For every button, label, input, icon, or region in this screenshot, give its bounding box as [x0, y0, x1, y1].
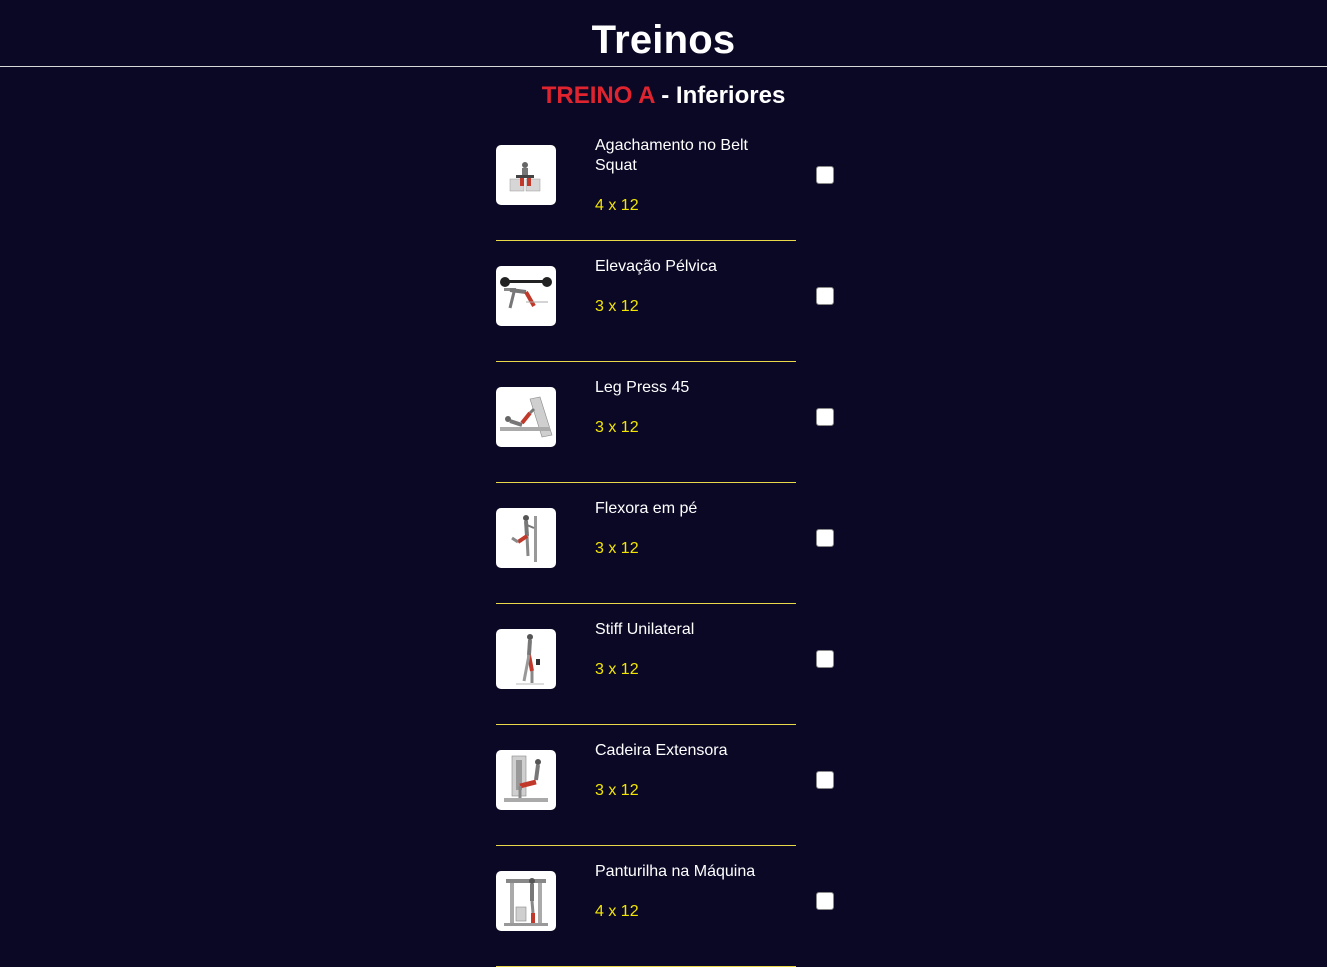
exercise-image	[496, 387, 556, 447]
exercise-item: Elevação Pélvica 3 x 12	[496, 241, 856, 362]
exercise-name: Cadeira Extensora	[595, 742, 728, 759]
exercise-checkbox[interactable]	[816, 650, 834, 668]
exercise-reps: 3 x 12	[595, 540, 639, 557]
exercise-reps: 3 x 12	[595, 298, 639, 315]
exercise-name: Flexora em pé	[595, 500, 698, 517]
page-header: Treinos	[0, 0, 1327, 67]
exercise-list: Agachamento no Belt Squat 4 x 12 Elevaçã…	[496, 120, 856, 967]
exercise-item: Panturilha na Máquina 4 x 12	[496, 846, 856, 967]
exercise-image	[496, 145, 556, 205]
exercise-reps: 3 x 12	[595, 661, 639, 678]
exercise-reps: 4 x 12	[595, 903, 639, 920]
exercise-item: Cadeira Extensora 3 x 12	[496, 725, 856, 846]
exercise-reps: 3 x 12	[595, 782, 639, 799]
section-separator: -	[654, 82, 676, 109]
exercise-image	[496, 750, 556, 810]
exercise-image	[496, 871, 556, 931]
exercise-item: Leg Press 45 3 x 12	[496, 362, 856, 483]
exercise-name: Leg Press 45	[595, 379, 690, 396]
exercise-name: Elevação Pélvica	[595, 258, 717, 275]
exercise-name: Agachamento no Belt Squat	[595, 137, 748, 174]
exercise-image	[496, 629, 556, 689]
section-label-white: Inferiores	[675, 82, 786, 109]
exercise-checkbox[interactable]	[816, 529, 834, 547]
exercise-checkbox[interactable]	[816, 408, 834, 426]
exercise-reps: 4 x 12	[595, 197, 639, 214]
section-label-red: TREINO A	[541, 82, 655, 109]
exercise-image	[496, 266, 556, 326]
page-title: Treinos	[591, 18, 736, 62]
exercise-checkbox[interactable]	[816, 166, 834, 184]
exercise-reps: 3 x 12	[595, 419, 639, 436]
exercise-item: Stiff Unilateral 3 x 12	[496, 604, 856, 725]
exercise-item: Agachamento no Belt Squat 4 x 12	[496, 120, 856, 241]
exercise-image	[496, 508, 556, 568]
exercise-checkbox[interactable]	[816, 287, 834, 305]
exercise-item: Flexora em pé 3 x 12	[496, 483, 856, 604]
exercise-checkbox[interactable]	[816, 771, 834, 789]
section-title: TREINO A - Inferiores	[0, 82, 1327, 110]
exercise-name: Panturilha na Máquina	[595, 863, 756, 880]
exercise-checkbox[interactable]	[816, 892, 834, 910]
exercise-name: Stiff Unilateral	[595, 621, 695, 638]
